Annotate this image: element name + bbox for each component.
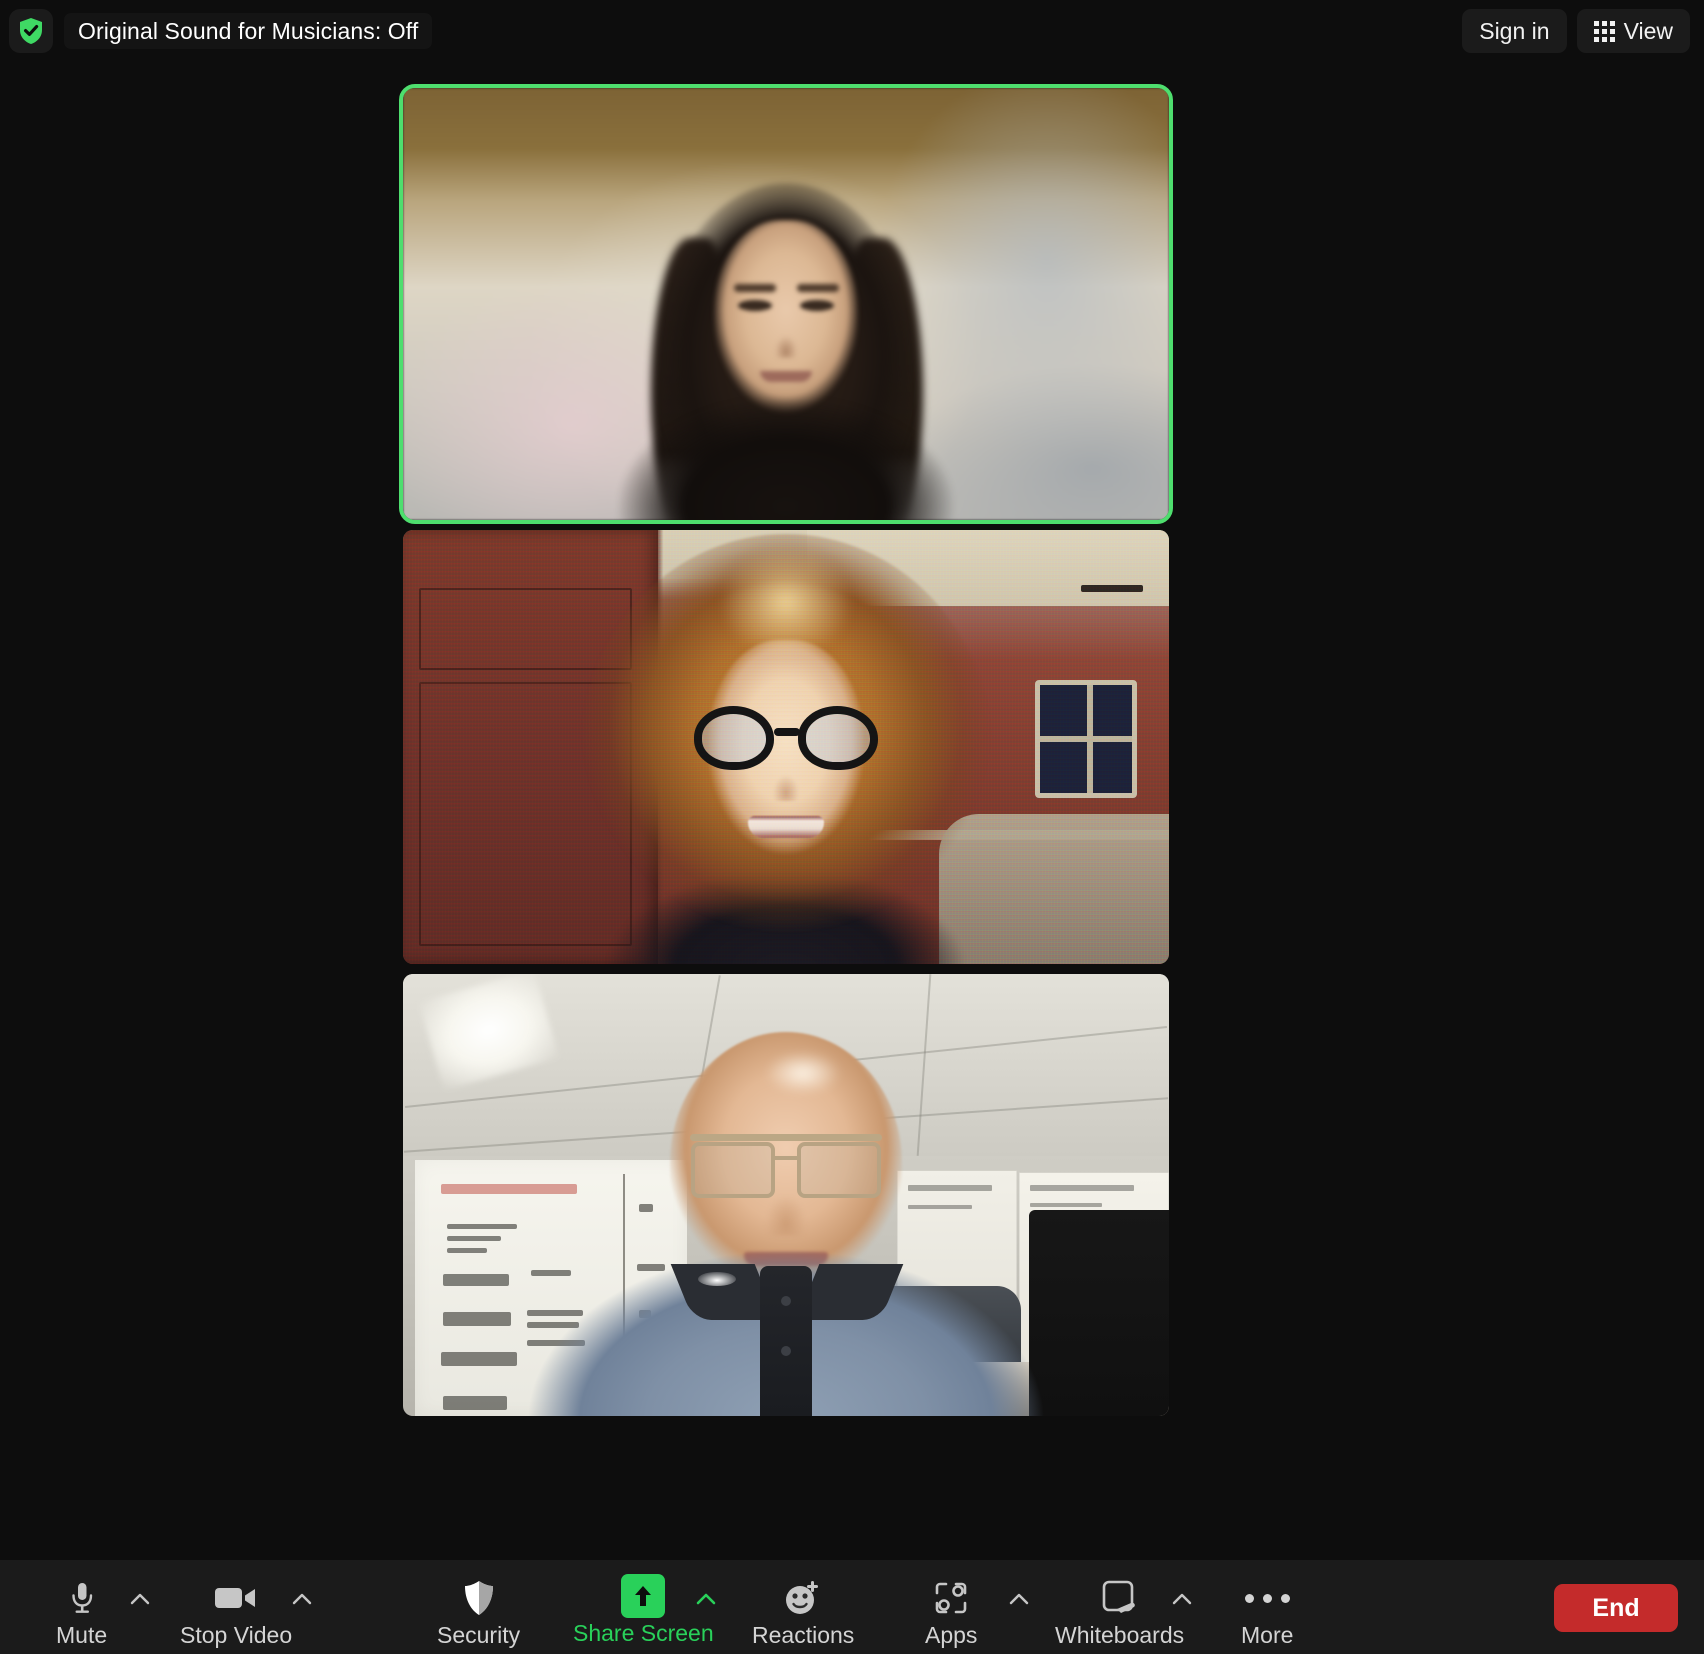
share-screen-label: Share Screen xyxy=(573,1620,714,1646)
chevron-up-icon xyxy=(130,1592,150,1605)
chevron-up-icon xyxy=(1172,1592,1192,1605)
participant-video-3 xyxy=(403,974,1169,1416)
sign-in-label: Sign in xyxy=(1479,17,1550,44)
mute-options-caret[interactable] xyxy=(128,1586,152,1610)
microphone-icon xyxy=(69,1576,95,1620)
chevron-up-icon xyxy=(292,1592,312,1605)
shield-icon xyxy=(462,1576,496,1620)
top-bar-right-controls: Sign in View xyxy=(1462,9,1690,53)
video-camera-icon xyxy=(214,1576,258,1620)
stop-video-label: Stop Video xyxy=(180,1622,293,1648)
shield-check-icon xyxy=(18,17,44,45)
sign-in-button[interactable]: Sign in xyxy=(1462,9,1567,53)
original-sound-status-pill[interactable]: Original Sound for Musicians: Off xyxy=(64,13,433,49)
apps-icon xyxy=(934,1576,968,1620)
original-sound-label: Original Sound for Musicians: Off xyxy=(78,17,419,44)
participant-video-2 xyxy=(403,530,1169,964)
whiteboard-icon xyxy=(1101,1576,1139,1620)
grid-icon xyxy=(1593,20,1615,42)
share-arrow-icon xyxy=(621,1574,666,1618)
video-options-caret[interactable] xyxy=(290,1586,314,1610)
view-button[interactable]: View xyxy=(1576,9,1690,53)
more-button[interactable]: More xyxy=(1241,1576,1293,1647)
participant-tile-2[interactable] xyxy=(403,530,1169,964)
share-screen-options-caret[interactable] xyxy=(694,1586,718,1610)
whiteboards-label: Whiteboards xyxy=(1055,1622,1185,1648)
mute-button[interactable]: Mute xyxy=(56,1576,107,1647)
chevron-up-icon xyxy=(696,1592,716,1605)
end-label: End xyxy=(1592,1593,1640,1622)
reactions-label: Reactions xyxy=(752,1622,855,1648)
mute-label: Mute xyxy=(56,1622,108,1648)
apps-button[interactable]: Apps xyxy=(925,1576,977,1647)
whiteboards-options-caret[interactable] xyxy=(1170,1586,1194,1610)
apps-options-caret[interactable] xyxy=(1007,1586,1031,1610)
security-button[interactable]: Security xyxy=(437,1576,520,1647)
reactions-button[interactable]: Reactions xyxy=(752,1576,854,1647)
stop-video-button[interactable]: Stop Video xyxy=(180,1576,292,1647)
chevron-up-icon xyxy=(1009,1592,1029,1605)
video-stage xyxy=(0,62,1704,1430)
top-bar: Original Sound for Musicians: Off Sign i… xyxy=(0,0,1704,62)
meeting-security-badge[interactable] xyxy=(9,9,53,53)
share-screen-button[interactable]: Share Screen xyxy=(573,1574,714,1645)
more-label: More xyxy=(1241,1622,1294,1648)
participant-tile-3[interactable] xyxy=(403,974,1169,1416)
end-meeting-button[interactable]: End xyxy=(1554,1584,1678,1632)
apps-label: Apps xyxy=(925,1622,978,1648)
participant-video-1 xyxy=(403,88,1169,520)
smiley-plus-icon xyxy=(783,1576,823,1620)
participant-tile-1[interactable] xyxy=(399,84,1173,524)
whiteboards-button[interactable]: Whiteboards xyxy=(1055,1576,1184,1647)
zoom-meeting-window: Original Sound for Musicians: Off Sign i… xyxy=(0,0,1704,1654)
meeting-controls-toolbar: Mute Stop Video Security Share Screen Re… xyxy=(0,1560,1704,1654)
view-label: View xyxy=(1623,17,1673,44)
ellipsis-icon xyxy=(1244,1576,1290,1620)
security-label: Security xyxy=(437,1622,521,1648)
